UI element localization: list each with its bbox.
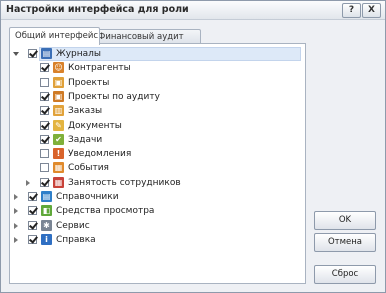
interface-tree: ▤ Журналы ☺ Контрагенты ▣ Проекты ▣ Проекты по … [10, 44, 305, 283]
tree-item[interactable]: ▣ Проекты по аудиту [10, 90, 305, 104]
tree-item-label: Проекты [68, 77, 110, 88]
dialog-title: Настройки интерфейса для роли [6, 4, 189, 15]
tree-item[interactable]: ▥ Заказы [10, 104, 305, 118]
tree-item[interactable]: ▣ Проекты [10, 76, 305, 90]
viewers-icon: ◧ [41, 205, 52, 217]
tree-item-label: Сервис [56, 220, 90, 231]
close-button[interactable]: X [362, 3, 381, 18]
expand-arrow-icon[interactable] [26, 179, 30, 186]
audit-projects-icon: ▣ [53, 90, 64, 102]
tree-item[interactable]: ▤ Справочники [10, 190, 305, 204]
tasks-icon: ✔ [53, 133, 64, 145]
journal-icon: ▤ [41, 48, 52, 59]
tree-item[interactable]: ! Уведомления [10, 147, 305, 161]
tree-item-checkbox[interactable] [40, 77, 49, 87]
collapse-arrow-icon[interactable] [13, 52, 19, 56]
tree-item-label: Занятость сотрудников [68, 177, 181, 188]
tree-item-checkbox[interactable] [40, 63, 49, 73]
tree-item-checkbox[interactable] [28, 49, 37, 58]
title-bar[interactable]: Настройки интерфейса для роли ? X [1, 1, 385, 20]
tree-item[interactable]: ✱ Сервис [10, 219, 305, 233]
tree-item-label: Проекты по аудиту [68, 91, 160, 102]
tree-panel: ▤ Журналы ☺ Контрагенты ▣ Проекты ▣ Проекты по … [9, 43, 306, 284]
tree-item-checkbox[interactable] [28, 206, 37, 216]
tree-item-checkbox[interactable] [40, 106, 49, 116]
tree-item[interactable]: ▦ События [10, 161, 305, 175]
ok-button[interactable]: OK [314, 211, 376, 230]
orders-icon: ▥ [53, 105, 64, 117]
tree-item-label: Задачи [68, 134, 103, 145]
tree-item[interactable]: ✔ Задачи [10, 133, 305, 147]
counterparty-icon: ☺ [53, 62, 64, 74]
help-info-icon: i [41, 233, 52, 245]
tree-item-checkbox[interactable] [40, 149, 49, 159]
service-icon: ✱ [41, 219, 52, 231]
tree-item[interactable]: ☺ Контрагенты [10, 61, 305, 75]
tree-item-label: Журналы [56, 49, 101, 59]
tree-item-label: Уведомления [68, 149, 132, 160]
events-icon: ▦ [53, 162, 64, 174]
tree-item-checkbox[interactable] [28, 220, 37, 230]
tree-item-label: Справка [56, 234, 96, 245]
tree-item-checkbox[interactable] [28, 192, 37, 201]
reset-button[interactable]: Сброс [314, 265, 376, 284]
expand-arrow-icon[interactable] [14, 208, 18, 215]
tree-item-label: Заказы [68, 106, 103, 117]
expand-arrow-icon[interactable] [14, 222, 18, 229]
tree-item[interactable]: ▦ Занятость сотрудников [10, 176, 305, 190]
help-button[interactable]: ? [342, 3, 361, 18]
tree-item-label: Средства просмотра [56, 206, 155, 217]
tree-item[interactable]: i Справка [10, 233, 305, 247]
tree-item[interactable]: ▤ Журналы [10, 47, 305, 61]
references-icon: ▤ [41, 191, 52, 202]
tree-item-label: Документы [68, 120, 122, 131]
expand-arrow-icon[interactable] [14, 194, 18, 200]
tree-item-checkbox[interactable] [28, 234, 37, 244]
tree-item[interactable]: ◧ Средства просмотра [10, 204, 305, 218]
notifications-icon: ! [53, 148, 64, 160]
documents-icon: ✎ [53, 119, 64, 131]
expand-arrow-icon[interactable] [14, 236, 18, 243]
tree-item-checkbox[interactable] [40, 91, 49, 101]
tree-item-checkbox[interactable] [40, 177, 49, 187]
tab-general-interface[interactable]: Общий интерфейс [9, 27, 100, 45]
tree-item-checkbox[interactable] [40, 120, 49, 130]
tree-item-label: События [68, 163, 109, 174]
tree-item-checkbox[interactable] [40, 134, 49, 144]
cancel-button[interactable]: Отмена [314, 233, 376, 252]
tree-item-label: Справочники [56, 192, 119, 202]
projects-icon: ▣ [53, 76, 64, 88]
role-interface-settings-dialog: Настройки интерфейса для роли ? X Общий … [0, 0, 386, 293]
employee-schedule-icon: ▦ [53, 176, 64, 188]
tree-item[interactable]: ✎ Документы [10, 119, 305, 133]
tree-item-label: Контрагенты [68, 63, 131, 74]
tree-item-checkbox[interactable] [40, 163, 49, 173]
tab-financial-audit[interactable]: Финансовый аудит [92, 29, 201, 44]
